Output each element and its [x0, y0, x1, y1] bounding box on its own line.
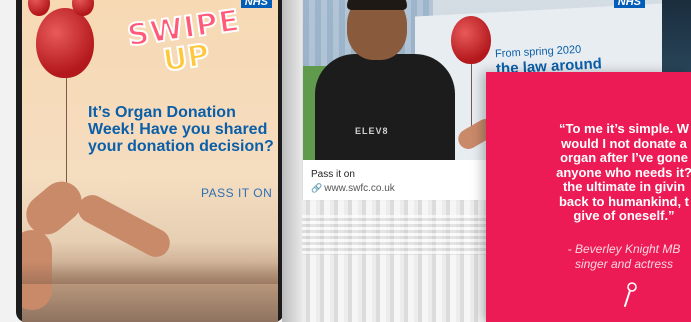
hand-right — [73, 190, 175, 262]
quote-author: - Beverley Knight MB singer and actress — [567, 242, 681, 271]
link-url-row[interactable]: 🔗 www.swfc.co.uk — [311, 183, 395, 194]
city-skyline — [22, 262, 278, 284]
story-card[interactable]: NHS SWIPE UP It’s Organ Donation Week! H… — [22, 0, 278, 322]
balloon-icon — [36, 8, 94, 78]
balloon-icon — [451, 16, 491, 64]
person-hair — [347, 0, 407, 10]
pass-it-on-link[interactable]: PASS IT ON — [201, 186, 272, 200]
person-body — [315, 54, 455, 160]
link-icon: 🔗 — [311, 183, 323, 193]
balloon-icon — [28, 0, 50, 16]
microphone-icon — [624, 282, 637, 307]
phone-frame: NHS SWIPE UP It’s Organ Donation Week! H… — [16, 0, 284, 322]
balloon-string — [471, 64, 472, 134]
link-url[interactable]: www.swfc.co.uk — [324, 183, 395, 194]
link-title[interactable]: Pass it on — [311, 169, 355, 180]
card-divider — [282, 0, 302, 322]
nhs-logo: NHS — [613, 0, 645, 8]
shirt-logo: ELEV8 — [355, 126, 389, 136]
quote-text: “To me it’s simple. W would I not donate… — [556, 121, 691, 223]
story-headline: It’s Organ Donation Week! Have you share… — [88, 104, 274, 155]
nhs-logo: NHS — [240, 0, 272, 8]
swipe-up-sticker[interactable]: SWIPE UP — [124, 2, 245, 92]
balloon-string — [66, 78, 67, 188]
rendering-artifact — [302, 215, 492, 255]
quote-card[interactable]: “To me it’s simple. W would I not donate… — [486, 72, 691, 322]
